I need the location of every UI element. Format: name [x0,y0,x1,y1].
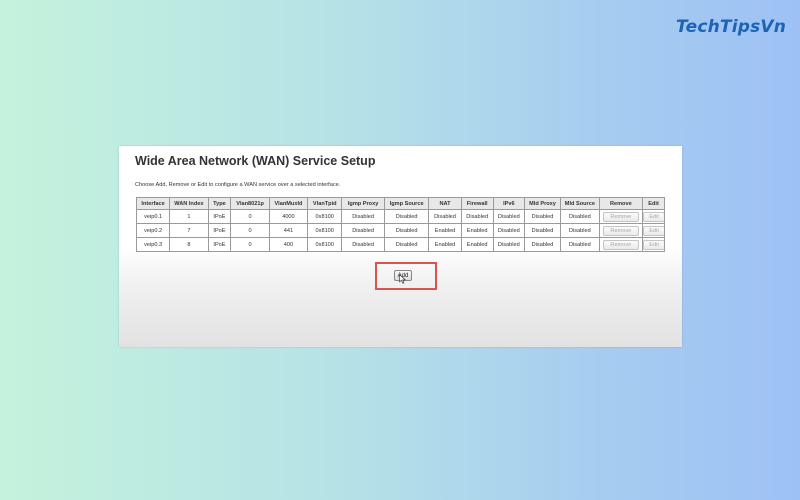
cell-igmp-source: Disabled [383,223,430,238]
header-edit: Edit [642,197,665,210]
cell-remove: Remove [598,237,644,252]
cell-edit: Edit [642,237,665,252]
cell-nat: Disabled [428,209,462,224]
cell-firewall: Enabled [460,223,494,238]
cell-vlanmuxid: 441 [268,223,309,238]
header-igmp-proxy: Igmp Proxy [341,197,385,210]
header-wan-index: WAN Index [169,197,209,210]
cell-firewall: Disabled [460,209,494,224]
header-ipv6: IPv6 [492,197,525,210]
cell-type: IPoE [207,223,232,238]
cell-type: IPoE [207,237,232,252]
header-vlantpid: VlanTpid [307,197,343,210]
cell-ipv6: Disabled [492,223,525,238]
brand-logo: TechTipsVn [676,17,787,37]
remove-button[interactable]: Remove [602,211,639,222]
mouse-pointer-icon [399,274,406,284]
cell-nat: Enabled [428,223,462,238]
header-mld-source: Mld Source [560,197,600,210]
cell-mld-source: Disabled [560,209,600,224]
header-nat: NAT [428,197,462,210]
cell-mld-proxy: Disabled [523,223,562,238]
cell-firewall: Enabled [460,237,494,252]
cell-vlan8021p: 0 [230,237,270,252]
remove-button[interactable]: Remove [602,239,639,250]
cell-interface: veip0.3 [135,237,171,252]
table-row: veip0.2 7 IPoE 0 441 0x8100 Disabled Dis… [135,223,665,238]
page-title: Wide Area Network (WAN) Service Setup [135,154,376,168]
cell-remove: Remove [598,223,644,238]
table-header-row: Interface WAN Index Type Vlan8021p VlanM… [135,197,665,210]
header-interface: Interface [135,197,171,210]
cell-mld-proxy: Disabled [523,237,562,252]
remove-button[interactable]: Remove [602,225,639,236]
cell-igmp-proxy: Disabled [341,223,385,238]
cell-wan-index: 8 [169,237,209,252]
header-type: Type [207,197,232,210]
cell-vlantpid: 0x8100 [307,237,343,252]
cell-edit: Edit [642,223,665,238]
cell-wan-index: 1 [169,209,209,224]
cell-ipv6: Disabled [492,237,525,252]
cell-igmp-source: Disabled [383,237,430,252]
cell-nat: Enabled [428,237,462,252]
cell-edit: Edit [642,209,665,224]
cell-remove: Remove [598,209,644,224]
cell-igmp-proxy: Disabled [341,237,385,252]
cell-vlan8021p: 0 [230,209,270,224]
header-vlanmuxid: VlanMuxId [268,197,309,210]
cell-type: IPoE [207,209,232,224]
cell-vlantpid: 0x8100 [307,209,343,224]
edit-button[interactable]: Edit [643,225,664,236]
cell-vlanmuxid: 4000 [268,209,309,224]
cell-vlanmuxid: 400 [268,237,309,252]
header-remove: Remove [598,197,644,210]
cell-interface: veip0.2 [135,223,171,238]
table-row: veip0.1 1 IPoE 0 4000 0x8100 Disabled Di… [135,209,665,224]
wan-service-table: Interface WAN Index Type Vlan8021p VlanM… [135,197,665,252]
table-row: veip0.3 8 IPoE 0 400 0x8100 Disabled Dis… [135,237,665,252]
cell-igmp-proxy: Disabled [341,209,385,224]
cell-igmp-source: Disabled [383,209,430,224]
add-button-highlight: Add [375,262,437,290]
header-igmp-source: Igmp Source [383,197,430,210]
edit-button[interactable]: Edit [643,211,664,222]
cell-mld-source: Disabled [560,237,600,252]
header-firewall: Firewall [460,197,494,210]
page-description: Choose Add, Remove or Edit to configure … [135,182,341,188]
cell-mld-source: Disabled [560,223,600,238]
edit-button[interactable]: Edit [643,239,664,250]
cell-vlan8021p: 0 [230,223,270,238]
cell-interface: veip0.1 [135,209,171,224]
cell-vlantpid: 0x8100 [307,223,343,238]
cell-wan-index: 7 [169,223,209,238]
cell-ipv6: Disabled [492,209,525,224]
cell-mld-proxy: Disabled [523,209,562,224]
header-vlan8021p: Vlan8021p [230,197,270,210]
wan-setup-panel: Wide Area Network (WAN) Service Setup Ch… [119,146,682,347]
header-mld-proxy: Mld Proxy [523,197,562,210]
